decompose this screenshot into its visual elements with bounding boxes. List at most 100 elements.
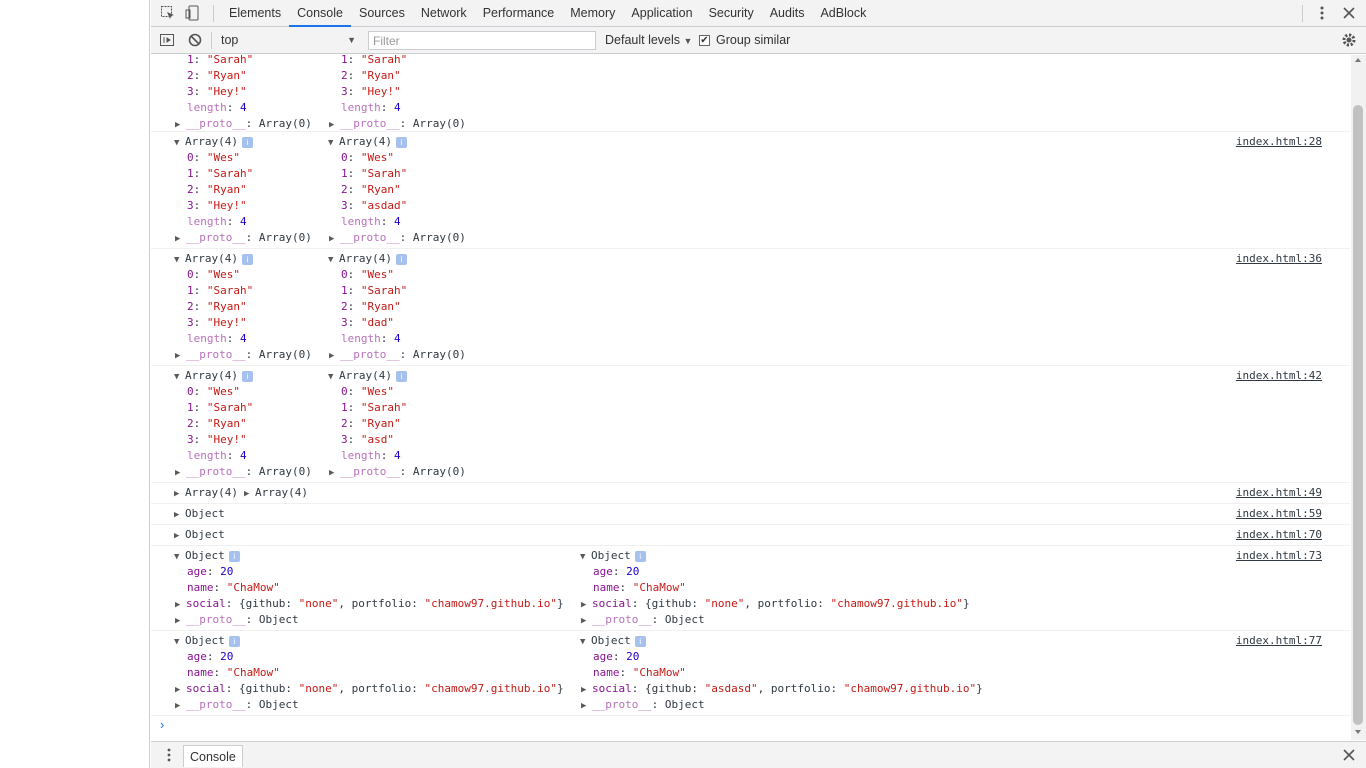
source-link[interactable]: index.html:42 <box>1236 369 1322 382</box>
close-drawer-icon[interactable] <box>1340 746 1358 764</box>
expanded-object-header[interactable]: ▼ Object i <box>174 548 240 564</box>
scrollbar-thumb[interactable] <box>1353 105 1363 725</box>
expandable-property[interactable]: ▶ __proto__: Array(0) <box>175 116 312 132</box>
tab-audits[interactable]: Audits <box>762 0 813 27</box>
scroll-down-arrow-icon[interactable] <box>1355 730 1361 734</box>
source-link[interactable]: index.html:77 <box>1236 634 1322 647</box>
source-link[interactable]: index.html:59 <box>1236 507 1322 520</box>
drawer-menu-icon[interactable] <box>161 747 177 763</box>
tab-memory[interactable]: Memory <box>562 0 623 27</box>
source-link[interactable]: index.html:28 <box>1236 135 1322 148</box>
expandable-property[interactable]: ▶ __proto__: Object <box>581 612 705 628</box>
filter-input[interactable] <box>368 31 596 50</box>
object-property: length: 4 <box>341 215 401 228</box>
expandable-property[interactable]: ▶ __proto__: Object <box>175 697 299 713</box>
more-options-icon[interactable] <box>1313 4 1331 22</box>
collapsed-object[interactable]: ▶ Object <box>174 527 225 543</box>
source-link[interactable]: index.html:73 <box>1236 549 1322 562</box>
scroll-up-arrow-icon[interactable] <box>1355 58 1361 62</box>
expandable-property[interactable]: ▶ social: {github: "none", portfolio: "ch… <box>175 596 564 612</box>
tab-network[interactable]: Network <box>413 0 475 27</box>
expanded-object-header[interactable]: ▼ Array(4) i <box>174 251 253 267</box>
device-toolbar-icon[interactable] <box>185 5 201 21</box>
object-property: 2: "Ryan" <box>187 300 247 313</box>
expandable-property[interactable]: ▶ __proto__: Array(0) <box>329 116 466 132</box>
expandable-property[interactable]: ▶ __proto__: Array(0) <box>329 230 466 246</box>
console-message[interactable]: index.html:77 ▼ Object i ▼ Object i age: 20 na… <box>151 631 1350 716</box>
expanded-object-header[interactable]: ▼ Array(4) i <box>174 368 253 384</box>
console-prompt[interactable]: › <box>160 717 164 732</box>
console-message[interactable]: index.html:73 ▼ Object i ▼ Object i age: 20 na… <box>151 546 1350 631</box>
expanded-object-header[interactable]: ▼ Array(4) i <box>328 134 407 150</box>
console-message[interactable]: index.html:42 ▼ Array(4) i ▼ Array(4) i 0: "We… <box>151 366 1350 483</box>
collapsed-array[interactable]: ▶ Array(4) <box>174 485 238 501</box>
expanded-object-header[interactable]: ▼ Object i <box>580 548 646 564</box>
object-property: length: 4 <box>187 449 247 462</box>
expandable-property[interactable]: ▶ social: {github: "asdasd", portfolio: "… <box>581 681 983 697</box>
object-property: 0: "Wes" <box>341 151 394 164</box>
expanded-object-header[interactable]: ▼ Object i <box>174 633 240 649</box>
object-property: name: "ChaMow" <box>187 581 280 594</box>
context-select[interactable]: top ▼ <box>221 31 356 50</box>
object-property: 3: "Hey!" <box>187 316 247 329</box>
log-levels-dropdown[interactable]: Default levels ▼ <box>605 31 692 50</box>
object-property: 1: "Sarah" <box>187 284 254 297</box>
group-similar-toggle[interactable]: ✔ Group similar <box>699 31 790 50</box>
tab-adblock[interactable]: AdBlock <box>812 0 874 27</box>
show-sidebar-icon[interactable] <box>159 32 175 48</box>
drawer-bar: Console <box>151 741 1366 768</box>
object-property: length: 4 <box>341 332 401 345</box>
expandable-property[interactable]: ▶ __proto__: Array(0) <box>329 464 466 480</box>
console-message[interactable]: index.html:28 ▼ Array(4) i ▼ Array(4) i 0: "We… <box>151 132 1350 249</box>
console-message[interactable]: index.html:70 ▶ Object <box>151 525 1350 546</box>
object-property: 3: "Hey!" <box>187 199 247 212</box>
object-property: 1: "Sarah" <box>187 167 254 180</box>
expandable-property[interactable]: ▶ __proto__: Object <box>581 697 705 713</box>
tab-elements[interactable]: Elements <box>221 0 289 27</box>
expandable-property[interactable]: ▶ __proto__: Array(0) <box>329 347 466 363</box>
group-similar-checkbox[interactable]: ✔ <box>699 35 710 46</box>
object-property: 2: "Ryan" <box>341 183 401 196</box>
object-property: age: 20 <box>593 565 640 578</box>
collapsed-array[interactable]: ▶ Array(4) <box>244 485 308 501</box>
clear-console-icon[interactable] <box>187 32 203 48</box>
console-message[interactable]: index.html:49 ▶ Array(4) ▶ Array(4) <box>151 483 1350 504</box>
object-property: 1: "Sarah" <box>341 284 408 297</box>
object-property: length: 4 <box>341 449 401 462</box>
drawer-tab-console[interactable]: Console <box>183 745 243 767</box>
source-link[interactable]: index.html:70 <box>1236 528 1322 541</box>
console-message[interactable]: index.html:36 ▼ Array(4) i ▼ Array(4) i 0: "We… <box>151 249 1350 366</box>
object-property: 1: "Sarah" <box>341 55 408 66</box>
object-property: 0: "Wes" <box>187 151 240 164</box>
expanded-object-header[interactable]: ▼ Array(4) i <box>174 134 253 150</box>
expandable-property[interactable]: ▶ social: {github: "none", portfolio: "ch… <box>581 596 970 612</box>
expanded-object-header[interactable]: ▼ Object i <box>580 633 646 649</box>
expanded-object-header[interactable]: ▼ Array(4) i <box>328 368 407 384</box>
collapsed-object[interactable]: ▶ Object <box>174 506 225 522</box>
expandable-property[interactable]: ▶ __proto__: Array(0) <box>175 464 312 480</box>
object-property: 1: "Sarah" <box>341 167 408 180</box>
source-link[interactable]: index.html:49 <box>1236 486 1322 499</box>
dropdown-arrow-icon: ▼ <box>347 35 356 45</box>
devtools-panel: Elements Console Sources Network Perform… <box>151 0 1366 768</box>
console-message[interactable]: 1: "Sarah" 2: "Ryan" 3: "Hey!" length: 4… <box>151 55 1350 132</box>
expandable-property[interactable]: ▶ __proto__: Object <box>175 612 299 628</box>
expandable-property[interactable]: ▶ __proto__: Array(0) <box>175 347 312 363</box>
console-messages[interactable]: 1: "Sarah" 2: "Ryan" 3: "Hey!" length: 4… <box>151 55 1350 740</box>
expanded-object-header[interactable]: ▼ Array(4) i <box>328 251 407 267</box>
tab-sources[interactable]: Sources <box>351 0 413 27</box>
tab-performance[interactable]: Performance <box>475 0 563 27</box>
tab-security[interactable]: Security <box>701 0 762 27</box>
console-scrollbar[interactable] <box>1351 55 1366 740</box>
expandable-property[interactable]: ▶ __proto__: Array(0) <box>175 230 312 246</box>
console-settings-gear-icon[interactable] <box>1341 32 1357 48</box>
console-message[interactable]: index.html:59 ▶ Object <box>151 504 1350 525</box>
tab-application[interactable]: Application <box>623 0 700 27</box>
expandable-property[interactable]: ▶ social: {github: "none", portfolio: "ch… <box>175 681 564 697</box>
object-property: name: "ChaMow" <box>593 581 686 594</box>
close-devtools-icon[interactable] <box>1340 4 1358 22</box>
tab-console[interactable]: Console <box>289 0 351 27</box>
object-property: length: 4 <box>187 215 247 228</box>
inspect-element-icon[interactable] <box>160 5 176 21</box>
source-link[interactable]: index.html:36 <box>1236 252 1322 265</box>
